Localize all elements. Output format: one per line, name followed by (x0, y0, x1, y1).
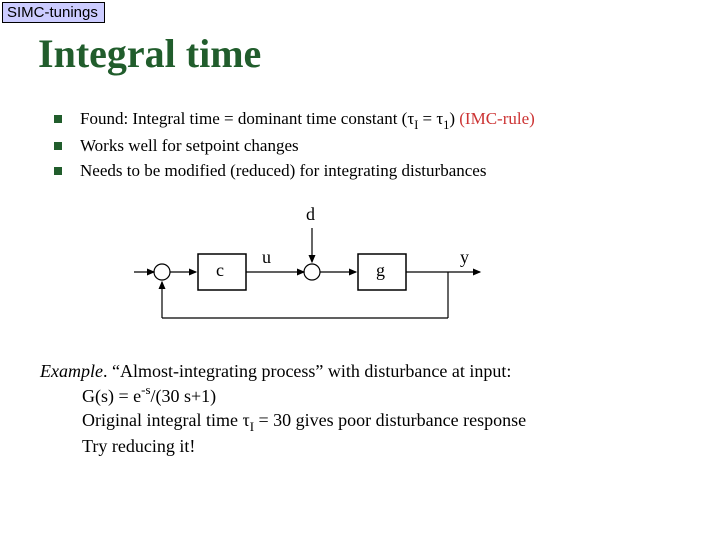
label-g: g (376, 260, 385, 281)
label-y: y (460, 247, 469, 268)
bullet-item: Needs to be modified (reduced) for integ… (54, 160, 700, 183)
slide-title: Integral time (38, 30, 261, 77)
bullet-item: Found: Integral time = dominant time con… (54, 108, 700, 133)
diagram-svg (130, 200, 510, 340)
label-c: c (216, 260, 224, 281)
bullet-marker-icon (54, 142, 62, 150)
example-line-3: Original integral time τI = 30 gives poo… (82, 409, 690, 435)
bullet-text: Works well for setpoint changes (80, 135, 299, 158)
bullet-text: Needs to be modified (reduced) for integ… (80, 160, 486, 183)
example-block: Example. “Almost-integrating process” wi… (40, 360, 690, 459)
bullet-text: Found: Integral time = dominant time con… (80, 108, 535, 133)
label-d: d (306, 204, 315, 225)
header-tag: SIMC-tunings (2, 2, 105, 23)
label-u: u (262, 247, 271, 268)
bullet-list: Found: Integral time = dominant time con… (54, 108, 700, 185)
bullet-marker-icon (54, 115, 62, 123)
bullet-item: Works well for setpoint changes (54, 135, 700, 158)
example-line-2: G(s) = e-s/(30 s+1) (82, 383, 690, 408)
example-line-1: Example. “Almost-integrating process” wi… (40, 360, 690, 383)
block-diagram: d u c g y (130, 200, 510, 340)
bullet-marker-icon (54, 167, 62, 175)
example-line-4: Try reducing it! (82, 435, 690, 458)
